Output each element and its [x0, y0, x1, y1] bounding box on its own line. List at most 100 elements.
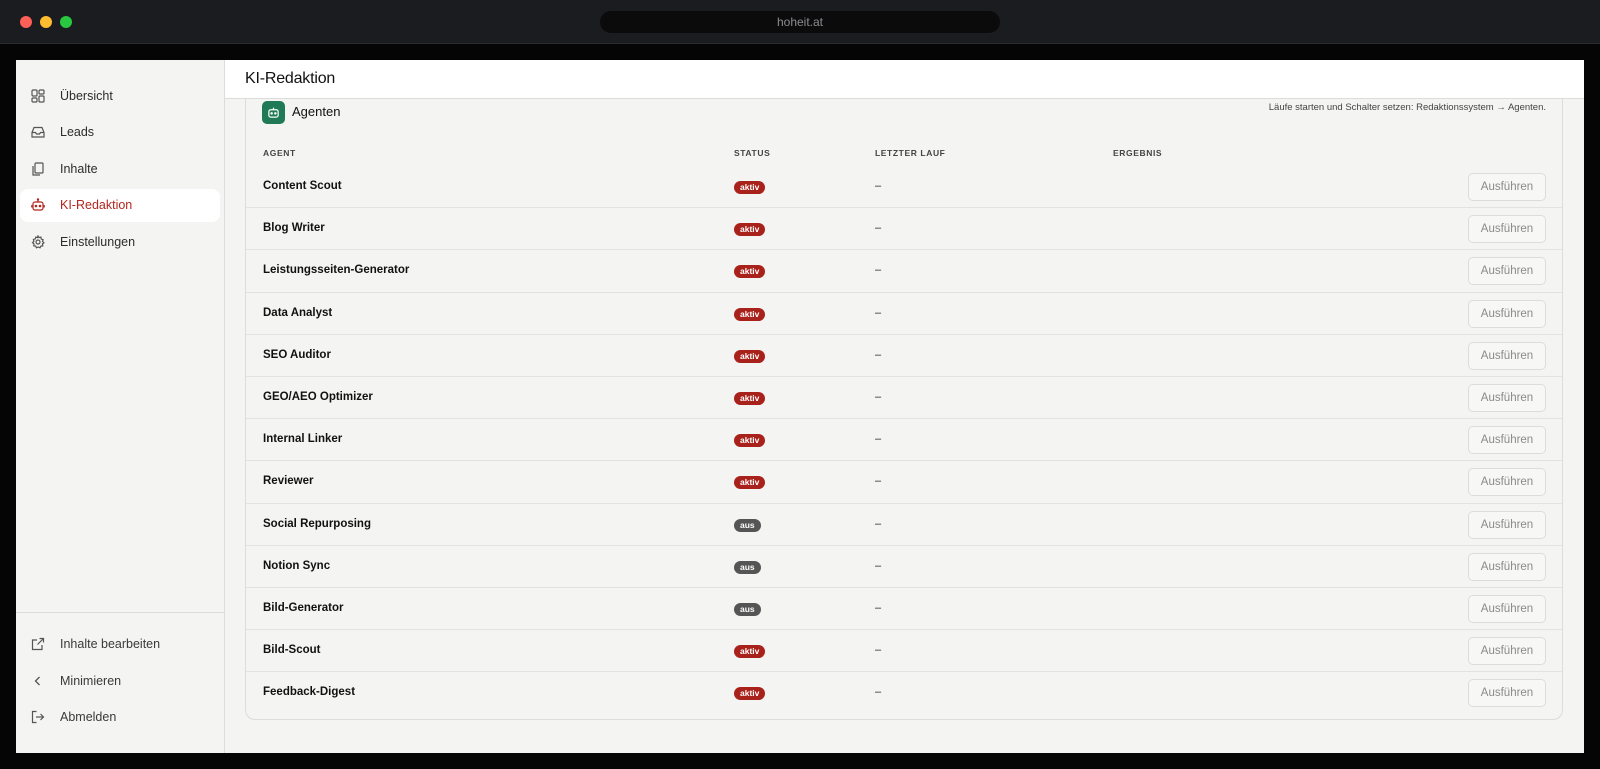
table-row: Notion Sync aus – Ausführen — [246, 546, 1562, 588]
table-row: Reviewer aktiv – Ausführen — [246, 461, 1562, 504]
column-header-result: ERGEBNIS — [1113, 148, 1163, 158]
agent-name: SEO Auditor — [263, 348, 331, 361]
column-header-status: STATUS — [734, 148, 771, 158]
run-agent-button[interactable]: Ausführen — [1468, 341, 1546, 370]
gear-icon — [30, 234, 46, 250]
run-agent-button[interactable]: Ausführen — [1468, 299, 1546, 328]
agent-name: Reviewer — [263, 475, 314, 488]
agent-name: Leistungsseiten-Generator — [263, 264, 410, 277]
status-badge: aus — [734, 518, 761, 532]
last-run: – — [875, 433, 882, 446]
agents-card-header: Agenten Läufe starten und Schalter setze… — [246, 99, 1562, 135]
status-badge: aktiv — [734, 349, 766, 363]
maximize-window-button[interactable] — [60, 16, 72, 28]
table-row: Content Scout aktiv – Ausführen — [246, 166, 1562, 209]
status-badge: aktiv — [734, 181, 766, 194]
sidebar-item-label: KI-Redaktion — [60, 198, 133, 212]
sidebar-nav: Übersicht Leads Inhalte KI-Redaktion Ein… — [16, 60, 224, 258]
external-link-icon — [30, 636, 46, 652]
table-row: Feedback-Digest aktiv – Ausführen — [246, 672, 1562, 714]
agent-name: Blog Writer — [263, 222, 325, 235]
status-badge: aktiv — [734, 391, 766, 405]
agents-table-header: AGENT STATUS LETZTER LAUF ERGEBNIS — [246, 135, 1562, 166]
sidebar-item-einstellungen[interactable]: Einstellungen — [20, 225, 220, 258]
logout-icon — [30, 709, 46, 725]
page-header: KI-Redaktion — [225, 60, 1584, 99]
sidebar-item-label: Leads — [60, 125, 95, 139]
run-agent-button[interactable]: Ausführen — [1468, 637, 1546, 666]
run-agent-button[interactable]: Ausführen — [1468, 468, 1546, 497]
main-content: KI-Redaktion Agenten Läufe starten und S… — [225, 60, 1584, 753]
sidebar-bottom-nav: Inhalte bearbeiten Minimieren Abmelden — [16, 611, 224, 738]
run-agent-button[interactable]: Ausführen — [1468, 383, 1546, 412]
last-run: – — [875, 559, 882, 572]
robot-icon — [262, 101, 285, 124]
sidebar-item-label: Abmelden — [60, 710, 117, 724]
run-agent-button[interactable]: Ausführen — [1468, 215, 1546, 244]
last-run: – — [875, 601, 882, 614]
last-run: – — [875, 644, 882, 657]
sidebar-item-label: Einstellungen — [60, 234, 136, 249]
sidebar-item-uebersicht[interactable]: Übersicht — [20, 79, 220, 112]
run-agent-button[interactable]: Ausführen — [1468, 257, 1546, 286]
last-run: – — [875, 390, 882, 403]
robot-icon — [30, 197, 46, 213]
table-row: Bild-Scout aktiv – Ausführen — [246, 630, 1562, 673]
agents-card: Agenten Läufe starten und Schalter setze… — [245, 99, 1563, 720]
agents-card-hint: Läufe starten und Schalter setzen: Redak… — [1268, 102, 1546, 113]
sidebar-item-inhalte[interactable]: Inhalte — [20, 152, 220, 185]
agents-card-title: Agenten — [292, 104, 341, 119]
edit-content-link[interactable]: Inhalte bearbeiten — [20, 628, 220, 661]
last-run: – — [875, 306, 882, 319]
sidebar-item-label: Inhalte — [60, 161, 98, 176]
chevron-left-icon — [30, 673, 46, 689]
app-window: Übersicht Leads Inhalte KI-Redaktion Ein… — [16, 60, 1584, 753]
table-row: Internal Linker aktiv – Ausführen — [246, 419, 1562, 462]
address-bar[interactable]: hoheit.at — [600, 11, 1000, 33]
table-row: Social Repurposing aus – Ausführen — [246, 504, 1562, 546]
sidebar-item-label: Minimieren — [60, 673, 122, 688]
agent-name: Bild-Scout — [263, 644, 321, 657]
close-window-button[interactable] — [20, 16, 32, 28]
table-row: Blog Writer aktiv – Ausführen — [246, 208, 1562, 251]
agent-name: Data Analyst — [263, 306, 333, 319]
inbox-icon — [30, 124, 46, 140]
column-header-agent: AGENT — [263, 148, 296, 158]
run-agent-button[interactable]: Ausführen — [1468, 510, 1546, 539]
table-row: Leistungsseiten-Generator aktiv – Ausfüh… — [246, 250, 1562, 293]
last-run: – — [875, 222, 882, 235]
agents-table-body: Content Scout aktiv – Ausführen Blog Wri… — [246, 166, 1562, 714]
table-row: GEO/AEO Optimizer aktiv – Ausführen — [246, 377, 1562, 420]
last-run: – — [875, 348, 882, 361]
agent-name: Content Scout — [263, 180, 342, 192]
column-header-last-run: LETZTER LAUF — [875, 148, 946, 158]
status-badge: aktiv — [734, 307, 766, 321]
sidebar-item-label: Inhalte bearbeiten — [60, 637, 161, 651]
browser-titlebar: hoheit.at — [0, 0, 1600, 44]
minimize-sidebar-button[interactable]: Minimieren — [20, 664, 220, 697]
logout-button[interactable]: Abmelden — [20, 701, 220, 734]
run-agent-button[interactable]: Ausführen — [1468, 552, 1546, 581]
sidebar-item-label: Übersicht — [60, 88, 113, 103]
status-badge: aktiv — [734, 223, 766, 237]
sidebar-item-leads[interactable]: Leads — [20, 116, 220, 149]
status-badge: aktiv — [734, 265, 766, 279]
grid-icon — [30, 88, 46, 104]
agent-name: Feedback-Digest — [263, 686, 356, 699]
status-badge: aus — [734, 560, 761, 574]
table-row: SEO Auditor aktiv – Ausführen — [246, 335, 1562, 377]
run-agent-button[interactable]: Ausführen — [1468, 594, 1546, 623]
run-agent-button[interactable]: Ausführen — [1468, 173, 1546, 201]
minimize-window-button[interactable] — [40, 16, 52, 28]
last-run: – — [875, 180, 882, 192]
status-badge: aktiv — [734, 687, 766, 701]
last-run: – — [875, 264, 882, 277]
run-agent-button[interactable]: Ausführen — [1468, 426, 1546, 455]
agent-name: Notion Sync — [263, 559, 331, 572]
last-run: – — [875, 686, 882, 699]
agent-name: Social Repurposing — [263, 517, 371, 530]
sidebar-item-ki-redaktion[interactable]: KI-Redaktion — [20, 188, 220, 222]
run-agent-button[interactable]: Ausführen — [1468, 679, 1546, 708]
table-row: Data Analyst aktiv – Ausführen — [246, 293, 1562, 335]
status-badge: aus — [734, 602, 761, 616]
